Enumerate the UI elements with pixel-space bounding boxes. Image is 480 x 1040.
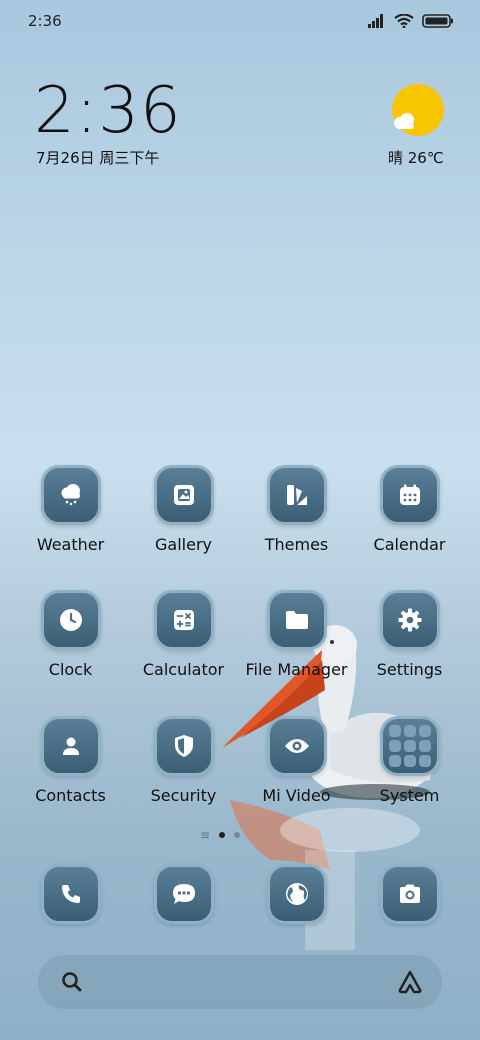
themes-icon <box>266 465 327 525</box>
app-gallery[interactable]: Gallery <box>127 465 240 554</box>
status-bar: 2:36 <box>0 0 480 44</box>
dock-messages[interactable] <box>127 864 240 924</box>
phone-icon <box>40 864 101 924</box>
app-calculator[interactable]: Calculator <box>127 590 240 679</box>
app-label-system: System <box>379 786 440 805</box>
weather-text: 晴 26℃ <box>388 149 444 167</box>
status-time: 2:36 <box>28 12 62 30</box>
globe-icon <box>266 864 327 924</box>
dock-phone[interactable] <box>14 864 127 924</box>
status-icons <box>368 13 454 32</box>
app-label-security: Security <box>150 786 217 805</box>
clock-widget-time[interactable]: 2:36 <box>34 78 182 144</box>
app-label-clock: Clock <box>48 660 93 679</box>
app-label-themes: Themes <box>264 535 329 554</box>
app-calendar[interactable]: Calendar <box>353 465 466 554</box>
shield-icon <box>153 716 214 776</box>
app-label-calculator: Calculator <box>142 660 225 679</box>
app-security[interactable]: Security <box>127 716 240 805</box>
app-system-folder[interactable]: System <box>353 716 466 805</box>
app-mi-video[interactable]: Mi Video <box>240 716 353 805</box>
person-icon <box>40 716 101 776</box>
wifi-icon <box>394 13 414 32</box>
page-dot <box>234 832 241 838</box>
gear-icon <box>379 590 440 650</box>
menu-lines-icon: ≡ <box>200 828 211 842</box>
clock-icon <box>40 590 101 650</box>
app-label-mi-video: Mi Video <box>262 786 331 805</box>
page-indicator[interactable]: ≡ <box>200 828 241 842</box>
calculator-icon <box>153 590 214 650</box>
app-settings[interactable]: Settings <box>353 590 466 679</box>
app-label-calendar: Calendar <box>373 535 446 554</box>
dock-camera[interactable] <box>353 864 466 924</box>
app-weather[interactable]: Weather <box>14 465 127 554</box>
signal-icon <box>368 13 386 32</box>
app-label-settings: Settings <box>376 660 443 679</box>
image-icon <box>153 465 214 525</box>
search-icon <box>60 970 84 998</box>
app-file-manager[interactable]: File Manager <box>240 590 353 679</box>
folder-icon <box>266 590 327 650</box>
message-icon <box>153 864 214 924</box>
assistant-icon[interactable] <box>396 969 424 999</box>
clock-widget-date: 7月26日 周三下午 <box>36 149 160 167</box>
app-label-weather: Weather <box>36 535 105 554</box>
cloud-snow-icon <box>40 465 101 525</box>
camera-icon <box>379 864 440 924</box>
eye-icon <box>266 716 327 776</box>
app-themes[interactable]: Themes <box>240 465 353 554</box>
app-label-gallery: Gallery <box>155 535 212 554</box>
page-dot-active <box>219 832 226 838</box>
calendar-icon <box>379 465 440 525</box>
folder-grid-icon <box>379 716 440 776</box>
dock-browser[interactable] <box>240 864 353 924</box>
app-label-file-manager: File Manager <box>245 660 348 679</box>
battery-icon <box>422 13 454 32</box>
app-contacts[interactable]: Contacts <box>14 716 127 805</box>
app-label-contacts: Contacts <box>35 786 106 805</box>
cloud-icon <box>392 112 418 134</box>
app-clock[interactable]: Clock <box>14 590 127 679</box>
search-bar[interactable] <box>38 955 442 1009</box>
